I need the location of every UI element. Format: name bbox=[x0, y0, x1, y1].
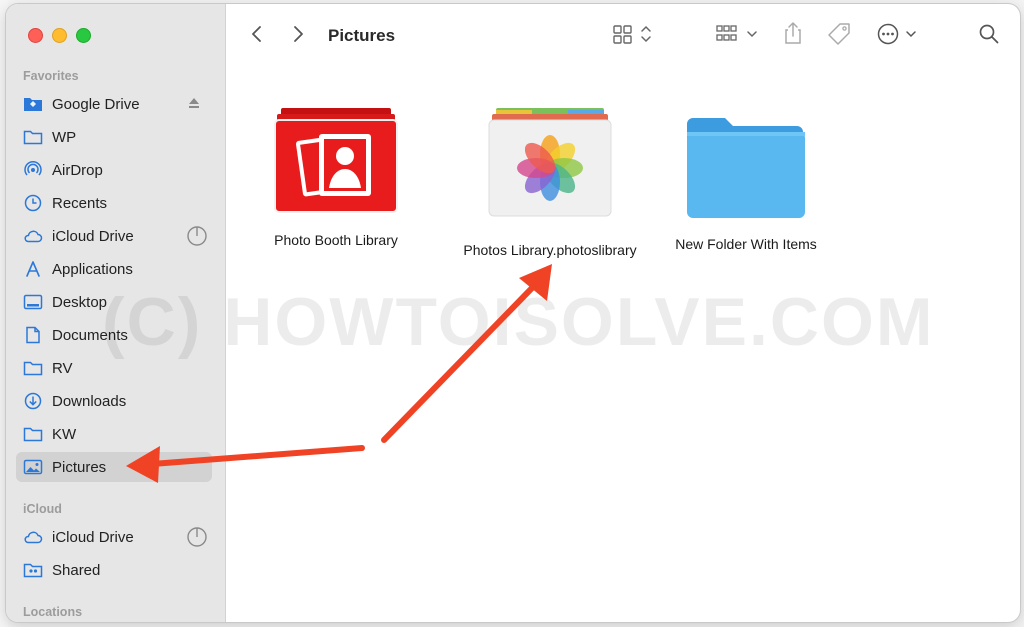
arrow-to-photos-library bbox=[381, 285, 535, 443]
arrow-to-pictures bbox=[149, 445, 365, 467]
arrowhead-left bbox=[126, 446, 160, 483]
annotation-arrows bbox=[126, 264, 552, 483]
